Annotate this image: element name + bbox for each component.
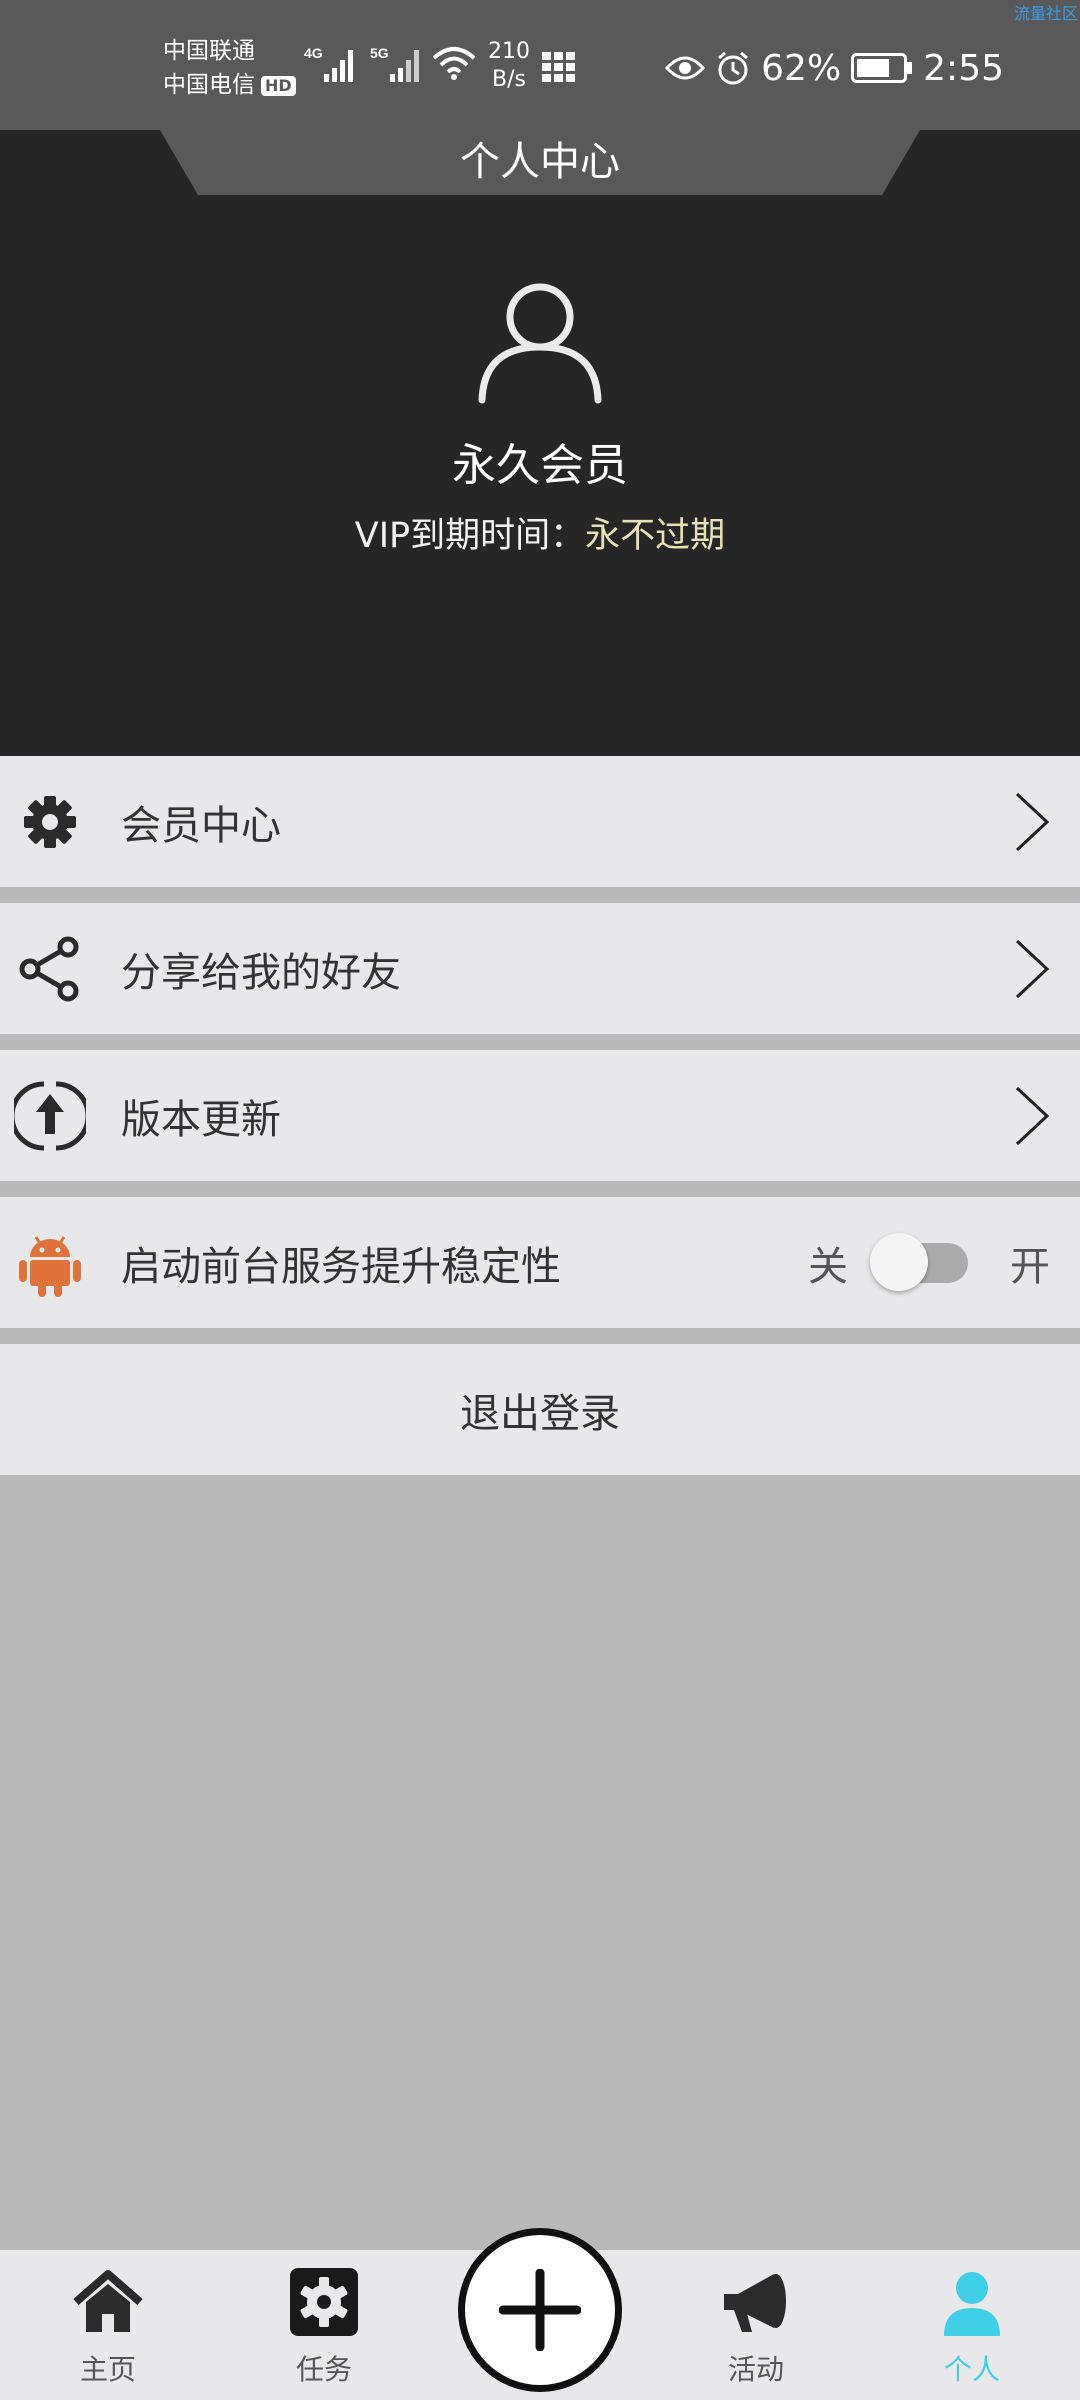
- toggle-on-label: 开: [1010, 1243, 1050, 1290]
- eye-icon: [665, 56, 706, 80]
- nav-activity-label: 活动: [727, 2353, 784, 2386]
- status-bar: 中国联通 中国电信 HD 4G 5G 210 B/s 62% 2:55 流量社区: [0, 0, 1080, 130]
- net-5g-label: 5G: [370, 45, 389, 61]
- menu-label-share: 分享给我的好友: [121, 949, 401, 996]
- wifi-icon: [432, 47, 476, 80]
- plus-icon: [499, 2269, 581, 2351]
- logout-button[interactable]: 退出登录: [0, 1344, 1080, 1475]
- chevron-right-icon: [1015, 939, 1050, 998]
- net-speed-unit: B/s: [492, 67, 526, 92]
- carrier-1: 中国联通: [163, 38, 255, 64]
- vip-expiry-line: VIP到期时间：永不过期: [0, 510, 1080, 562]
- gear-icon: [24, 795, 76, 848]
- settings-box-icon: [290, 2268, 358, 2336]
- android-icon: [19, 1235, 81, 1297]
- clock: 2:55: [923, 47, 1004, 89]
- net-4g-label: 4G: [304, 45, 323, 61]
- menu-item-member-center[interactable]: 会员中心: [0, 756, 1080, 887]
- status-right: 62% 2:55: [665, 42, 1004, 94]
- nav-home[interactable]: 主页: [28, 2250, 188, 2400]
- menu-label-update: 版本更新: [121, 1096, 281, 1143]
- menu-item-foreground-service: 启动前台服务提升稳定性 关 开: [0, 1197, 1080, 1328]
- nav-profile[interactable]: 个人: [892, 2250, 1052, 2400]
- chevron-right-icon: [1015, 1086, 1050, 1145]
- signal-4g-icon: 4G: [304, 45, 353, 82]
- user-icon: [944, 2272, 1000, 2336]
- vip-expiry-label: VIP到期时间：: [354, 516, 586, 556]
- menu-item-share[interactable]: 分享给我的好友: [0, 903, 1080, 1034]
- add-button[interactable]: [458, 2228, 622, 2392]
- logout-label: 退出登录: [460, 1390, 620, 1437]
- upload-icon: [14, 1081, 86, 1150]
- member-name: 永久会员: [452, 440, 628, 491]
- nav-tasks[interactable]: 任务: [244, 2250, 404, 2400]
- nav-home-label: 主页: [79, 2353, 136, 2386]
- page-title: 个人中心: [460, 139, 620, 185]
- apps-grid-icon: [542, 52, 575, 82]
- megaphone-icon: [724, 2274, 786, 2332]
- battery-icon: [851, 53, 913, 83]
- chevron-right-icon: [1015, 792, 1050, 851]
- net-speed-value: 210: [488, 39, 530, 64]
- avatar-icon: [478, 283, 602, 404]
- vip-expiry-value: 永不过期: [585, 516, 726, 556]
- hd-badge: HD: [261, 75, 296, 96]
- carrier-2: 中国电信: [163, 72, 255, 98]
- toggle-off-label: 关: [808, 1243, 848, 1290]
- menu-label-foreground-service: 启动前台服务提升稳定性: [121, 1243, 561, 1290]
- carrier-info: 中国联通 中国电信 HD: [163, 34, 296, 102]
- corner-watermark: 流量社区: [1013, 4, 1078, 23]
- home-icon: [73, 2270, 143, 2332]
- menu-item-update[interactable]: 版本更新: [0, 1050, 1080, 1181]
- foreground-service-toggle[interactable]: [870, 1233, 968, 1291]
- nav-activity[interactable]: 活动: [676, 2250, 836, 2400]
- share-icon: [19, 936, 79, 1001]
- toggle-thumb: [870, 1233, 928, 1291]
- nav-tasks-label: 任务: [295, 2353, 352, 2386]
- nav-profile-label: 个人: [943, 2353, 1000, 2386]
- alarm-icon: [718, 51, 749, 85]
- menu-label-member-center: 会员中心: [121, 802, 281, 849]
- net-speed: 210 B/s: [488, 38, 530, 94]
- battery-percent: 62%: [761, 47, 842, 89]
- signal-5g-icon: 5G: [370, 45, 419, 82]
